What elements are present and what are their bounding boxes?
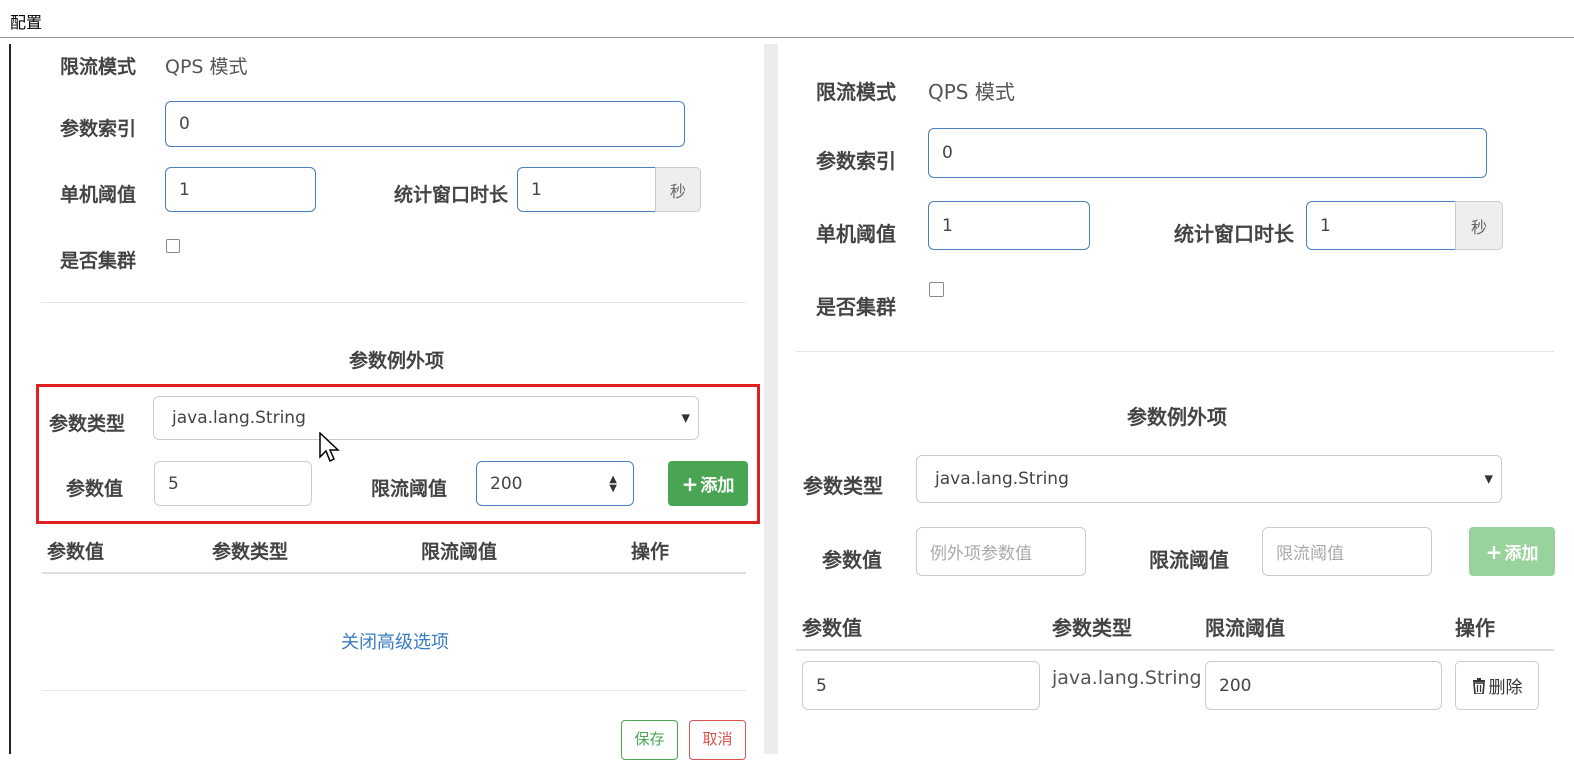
delete-button[interactable]: 删除: [1455, 661, 1539, 710]
add-button-label: 添加: [1504, 544, 1539, 564]
param-value-label: 参数值: [66, 478, 124, 500]
row-param-type: java.lang.String: [1052, 667, 1202, 689]
param-type-label: 参数类型: [49, 413, 126, 435]
delete-label: 删除: [1488, 678, 1523, 698]
limit-value: 200: [490, 473, 523, 494]
threshold-value: 1: [179, 179, 190, 200]
param-index-label: 参数索引: [816, 149, 896, 173]
row-limit-input[interactable]: 200: [1205, 661, 1442, 710]
row-param-value-input[interactable]: 5: [802, 661, 1040, 710]
param-index-input[interactable]: 0: [165, 101, 685, 147]
plus-icon: +: [681, 471, 699, 496]
exceptions-title: 参数例外项: [1127, 405, 1227, 429]
window-unit-addon: 秒: [1455, 201, 1503, 250]
window-title: 配置: [10, 13, 43, 32]
dropdown-arrow-icon: ▼: [681, 411, 690, 425]
limit-label: 限流阈值: [1149, 548, 1229, 572]
param-type-value: java.lang.String: [935, 469, 1069, 489]
row-param-value: 5: [816, 675, 827, 696]
threshold-input[interactable]: 1: [928, 201, 1090, 250]
param-value-input[interactable]: 5: [154, 461, 312, 506]
param-index-value: 0: [179, 114, 190, 134]
param-value-label: 参数值: [822, 548, 882, 572]
table-header-param-type: 参数类型: [212, 541, 289, 563]
plus-icon: +: [1485, 539, 1503, 564]
cluster-label: 是否集群: [60, 250, 137, 272]
threshold-label: 单机阈值: [60, 184, 137, 206]
footer-divider: [42, 690, 746, 691]
param-value-input[interactable]: 例外项参数值: [916, 527, 1086, 576]
param-index-label: 参数索引: [60, 118, 137, 140]
window-label: 统计窗口时长: [394, 184, 509, 206]
window-value: 1: [1320, 215, 1331, 236]
save-button[interactable]: 保存: [621, 720, 678, 760]
param-type-select[interactable]: java.lang.String ▼: [916, 455, 1502, 503]
window-label: 统计窗口时长: [1174, 222, 1294, 246]
cluster-label: 是否集群: [816, 295, 896, 319]
window-input[interactable]: 1: [517, 167, 656, 212]
threshold-value: 1: [942, 215, 953, 236]
spinner-icon[interactable]: ▲ ▼: [609, 474, 617, 493]
table-header-param-value: 参数值: [47, 541, 105, 563]
add-button-label: 添加: [700, 476, 735, 496]
left-border: [9, 44, 11, 754]
window-titlebar: 配置: [0, 0, 1574, 38]
table-header-action: 操作: [1455, 616, 1495, 640]
limit-label: 限流阈值: [371, 478, 448, 500]
mode-value: QPS 模式: [928, 80, 1015, 104]
mode-value: QPS 模式: [165, 56, 248, 78]
add-exception-button[interactable]: + 添加: [668, 461, 748, 506]
window-unit-addon: 秒: [655, 167, 701, 212]
table-header-divider: [42, 572, 746, 574]
exceptions-title: 参数例外项: [349, 350, 445, 372]
table-header-param-type: 参数类型: [1052, 616, 1132, 640]
section-divider: [42, 302, 746, 303]
param-value-value: 5: [168, 473, 179, 494]
table-header-limit: 限流阈值: [1205, 616, 1285, 640]
limit-number-input[interactable]: 200 ▲ ▼: [476, 461, 634, 506]
dropdown-arrow-icon: ▼: [1484, 472, 1493, 486]
row-limit-value: 200: [1219, 675, 1252, 696]
param-type-label: 参数类型: [803, 474, 883, 498]
cluster-checkbox[interactable]: [929, 282, 944, 297]
cancel-button[interactable]: 取消: [689, 720, 746, 760]
table-header-divider: [796, 649, 1554, 651]
add-exception-button[interactable]: + 添加: [1469, 527, 1555, 576]
window-input[interactable]: 1: [1306, 201, 1456, 250]
mode-label: 限流模式: [60, 56, 137, 78]
cluster-checkbox[interactable]: [166, 239, 180, 253]
threshold-input[interactable]: 1: [165, 167, 316, 212]
table-header-action: 操作: [631, 541, 670, 563]
limit-input[interactable]: 限流阈值: [1262, 527, 1432, 576]
threshold-label: 单机阈值: [816, 222, 896, 246]
trash-icon: [1472, 677, 1485, 694]
param-index-input[interactable]: 0: [928, 128, 1487, 178]
panel-divider: [764, 44, 778, 754]
close-advanced-link[interactable]: 关闭高级选项: [341, 628, 449, 654]
table-header-param-value: 参数值: [802, 616, 862, 640]
limit-placeholder: 限流阈值: [1276, 544, 1344, 564]
mode-label: 限流模式: [816, 80, 896, 104]
table-header-limit: 限流阈值: [421, 541, 498, 563]
window-value: 1: [531, 179, 542, 200]
mouse-cursor-icon: [319, 432, 340, 463]
param-value-placeholder: 例外项参数值: [930, 544, 1032, 564]
param-index-value: 0: [942, 143, 953, 163]
param-type-select[interactable]: java.lang.String ▼: [153, 396, 699, 440]
section-divider: [796, 351, 1554, 352]
param-type-value: java.lang.String: [172, 408, 306, 428]
